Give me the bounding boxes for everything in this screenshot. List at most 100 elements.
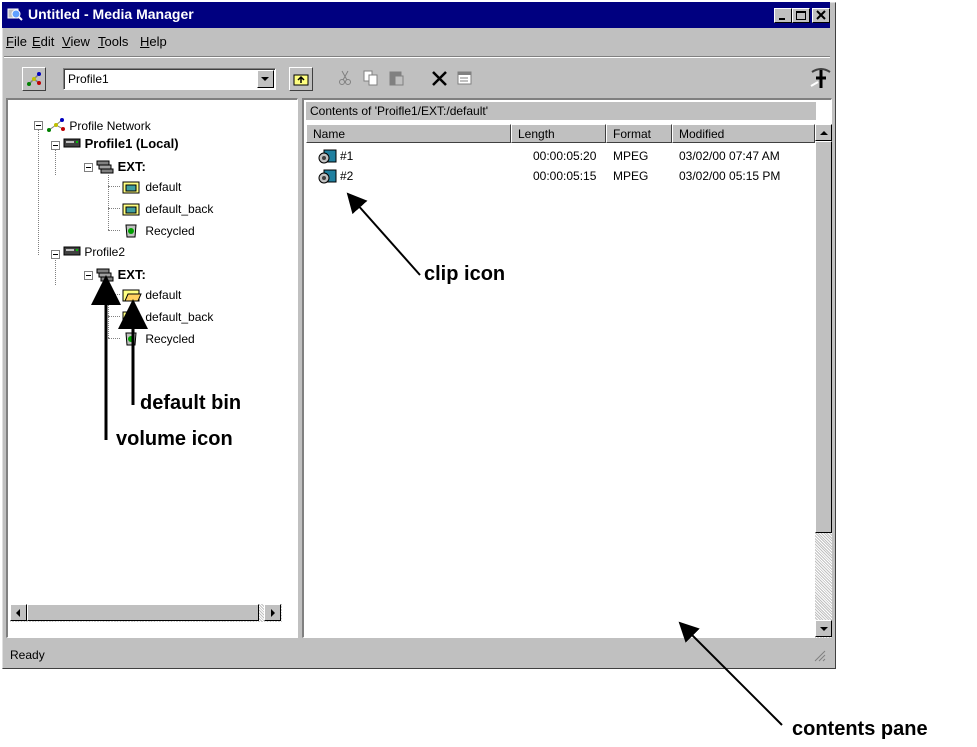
- callout-clip-icon: clip icon: [424, 263, 506, 285]
- tree-item-profile1-default[interactable]: default: [120, 178, 181, 194]
- contents-vertical-scrollbar[interactable]: [815, 124, 832, 638]
- tree-item-label: Recycled: [145, 332, 195, 346]
- tree-line: [108, 230, 120, 231]
- table-row[interactable]: #1 00:00:05:20 MPEG 03/02/00 07:47 AM: [318, 148, 813, 166]
- tree-line: [55, 150, 56, 175]
- bin-icon: [122, 311, 140, 324]
- profile-dropdown-button[interactable]: [257, 70, 274, 88]
- menu-file[interactable]: File: [6, 34, 27, 49]
- collapse-profile-network[interactable]: [34, 121, 43, 130]
- tree-item-profile2[interactable]: Profile2: [63, 245, 125, 259]
- tree-line: [108, 175, 109, 230]
- tree-item-label: EXT:: [117, 267, 146, 282]
- tree-line: [55, 260, 56, 285]
- column-header-name[interactable]: Name: [306, 124, 511, 143]
- tree-scroll-thumb[interactable]: [27, 604, 259, 621]
- arrow-down-icon: [820, 627, 828, 631]
- profile-select[interactable]: Profile1: [63, 68, 276, 90]
- clip-name: #1: [340, 149, 354, 163]
- tree-line: [108, 208, 120, 209]
- recycle-bin-icon: [125, 332, 137, 346]
- contents-path-caption: Contents of 'Proifle1/EXT:/default': [306, 102, 816, 120]
- properties-icon: [457, 71, 472, 85]
- scroll-right-button[interactable]: [264, 604, 281, 621]
- delete-button[interactable]: [428, 67, 452, 91]
- cut-button[interactable]: [334, 67, 358, 91]
- column-header-modified[interactable]: Modified: [672, 124, 815, 143]
- tree-item-label: default: [145, 180, 182, 194]
- tree-line: [108, 294, 120, 295]
- tree-line: [38, 130, 39, 255]
- tree-item-profile2-default-back[interactable]: default_back: [120, 308, 213, 324]
- tree-item-profile1[interactable]: Profile1 (Local): [63, 136, 179, 151]
- collapse-profile1-volume[interactable]: [84, 163, 93, 172]
- tree-item-label: default_back: [145, 202, 214, 216]
- status-text: Ready: [10, 648, 45, 662]
- tree-item-label: EXT:: [117, 159, 146, 174]
- table-row[interactable]: #2 00:00:05:15 MPEG 03/02/00 05:15 PM: [318, 168, 813, 186]
- clip-length: 00:00:05:20: [533, 149, 597, 163]
- tree-item-label: default_back: [145, 310, 214, 324]
- toolbar-separator: [4, 56, 830, 58]
- tree-item-profile2-recycled[interactable]: Recycled: [120, 330, 195, 346]
- tree-item-profile1-default-back[interactable]: default_back: [120, 200, 213, 216]
- paste-icon: [389, 71, 404, 86]
- contents-scroll-thumb[interactable]: [815, 141, 832, 533]
- paste-button[interactable]: [386, 67, 410, 91]
- menu-view[interactable]: View: [62, 34, 90, 49]
- media-manager-app-icon: [7, 8, 23, 21]
- collapse-profile2[interactable]: [51, 250, 60, 259]
- network-icon: [47, 118, 65, 132]
- window-title: Untitled - Media Manager: [28, 6, 194, 22]
- tree-line: [108, 338, 120, 339]
- column-header-length[interactable]: Length: [511, 124, 606, 143]
- profile-machine-icon: [63, 138, 81, 148]
- maximize-button[interactable]: [792, 8, 810, 23]
- volume-icon: [96, 160, 114, 174]
- collapse-profile2-volume[interactable]: [84, 271, 93, 280]
- tree-item-profile1-recycled[interactable]: Recycled: [120, 222, 195, 238]
- column-header-format[interactable]: Format: [606, 124, 672, 143]
- callout-volume-icon: volume icon: [116, 428, 233, 450]
- resize-grip-icon[interactable]: [814, 650, 826, 662]
- tree-line: [108, 316, 120, 317]
- arrow-left-icon: [16, 609, 20, 617]
- clip-modified: 03/02/00 07:47 AM: [679, 149, 780, 163]
- profile-select-value: Profile1: [68, 72, 109, 86]
- menu-edit[interactable]: Edit: [32, 34, 54, 49]
- scroll-down-button[interactable]: [815, 620, 832, 637]
- clip-format: MPEG: [613, 169, 649, 183]
- collapse-profile1[interactable]: [51, 141, 60, 150]
- tree-item-label: default: [145, 288, 182, 302]
- cut-icon: [339, 70, 351, 85]
- recycle-bin-icon: [125, 224, 137, 238]
- tree-item-label: Profile2: [84, 245, 126, 259]
- network-button[interactable]: [22, 67, 46, 91]
- bin-icon: [122, 203, 140, 216]
- tree-item-profile-network[interactable]: Profile Network: [46, 117, 151, 133]
- properties-button[interactable]: [454, 67, 478, 91]
- up-folder-button[interactable]: [289, 67, 313, 91]
- status-bar: Ready: [4, 644, 830, 666]
- scroll-left-button[interactable]: [10, 604, 27, 621]
- menu-tools[interactable]: Tools: [98, 34, 128, 49]
- tree-item-label: Profile1 (Local): [84, 136, 179, 151]
- minimize-icon: [779, 18, 785, 20]
- copy-button[interactable]: [360, 67, 384, 91]
- tree-item-profile2-default[interactable]: default: [120, 286, 181, 302]
- scroll-up-button[interactable]: [815, 124, 832, 141]
- close-button[interactable]: [812, 8, 830, 23]
- clip-icon: [318, 149, 337, 164]
- tree-item-label: Recycled: [145, 224, 195, 238]
- up-folder-icon: [293, 74, 309, 86]
- maximize-icon: [796, 11, 806, 20]
- clip-name: #2: [340, 169, 354, 183]
- minimize-button[interactable]: [774, 8, 792, 23]
- tree-item-profile2-volume[interactable]: EXT:: [96, 266, 146, 282]
- menu-help[interactable]: Help: [140, 34, 167, 49]
- clip-modified: 03/02/00 05:15 PM: [679, 169, 781, 183]
- callout-contents-pane: contents pane: [792, 718, 928, 740]
- title-bar[interactable]: Untitled - Media Manager: [2, 2, 830, 28]
- tree-item-profile1-volume[interactable]: EXT:: [96, 158, 146, 174]
- copy-icon: [363, 70, 378, 86]
